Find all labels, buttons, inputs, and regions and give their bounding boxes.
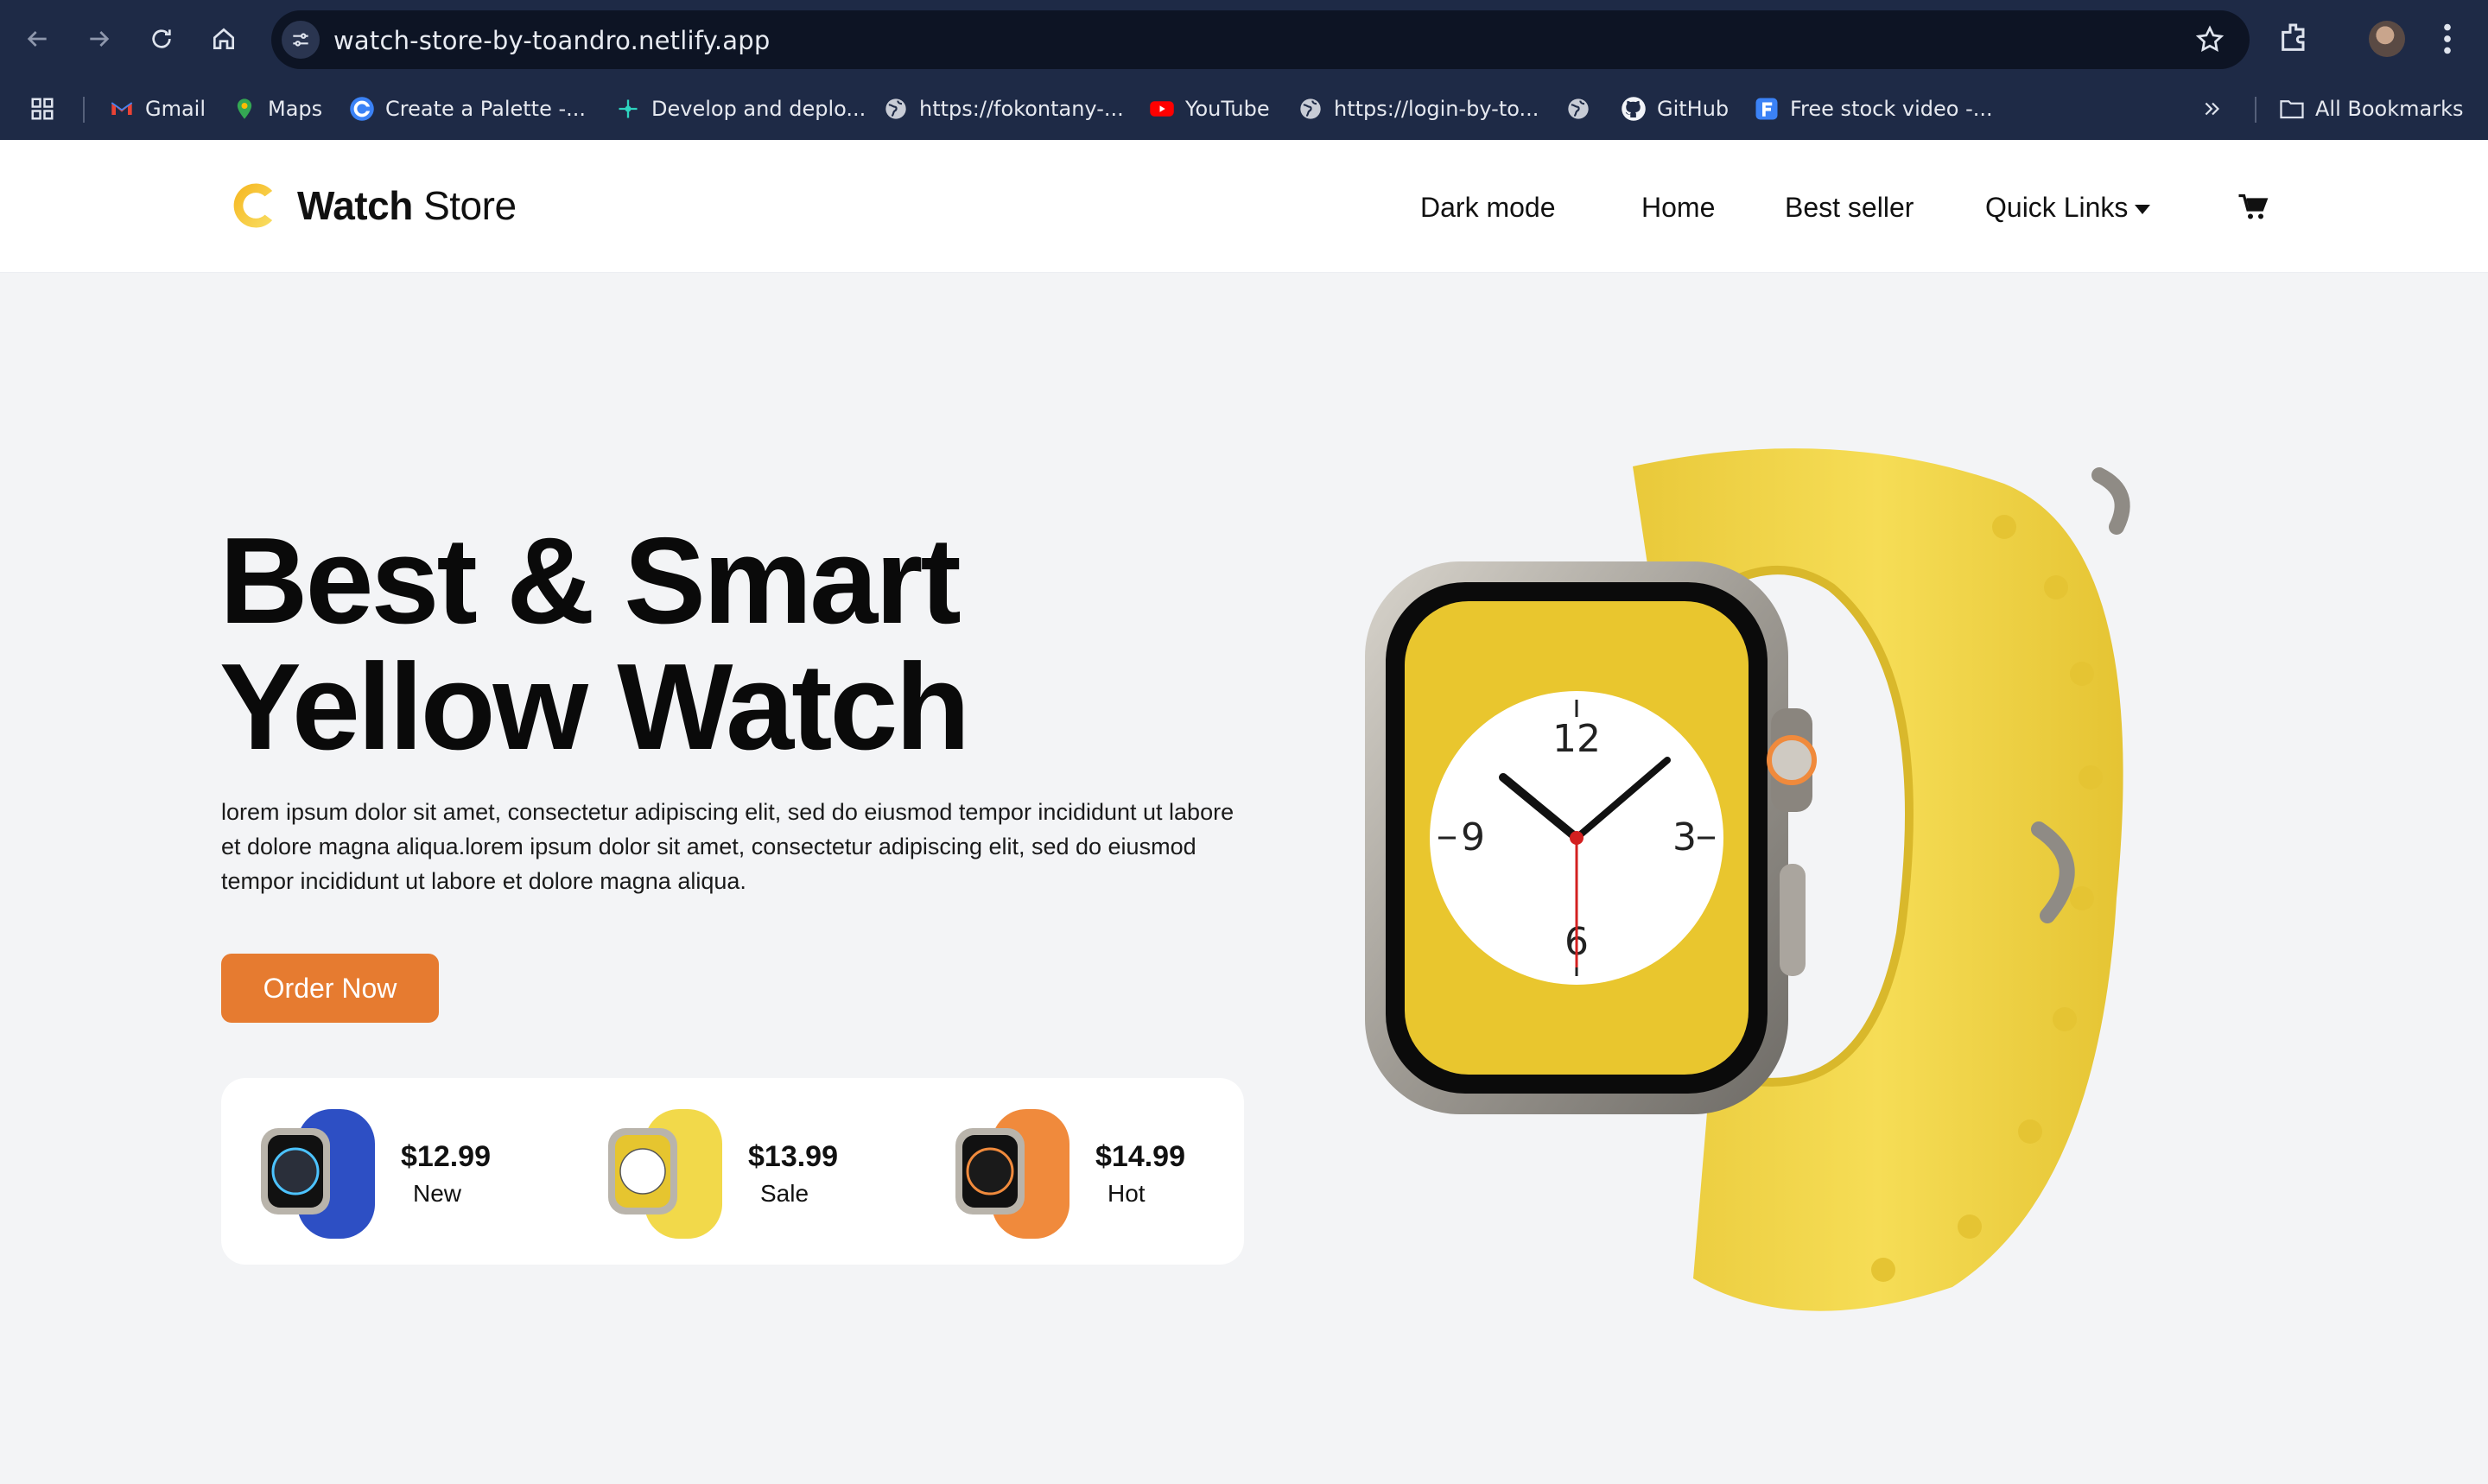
gmail-icon (109, 96, 135, 122)
arrow-left-icon (27, 31, 47, 47)
browser-chrome: watch-store-by-toandro.netlify.app Gmail… (0, 0, 2488, 140)
bookmark-login[interactable]: https://login-by-to... (1298, 92, 1539, 126)
bookmark-label: Gmail (145, 97, 206, 121)
bookmarks-divider (83, 97, 85, 123)
globe-icon (1298, 96, 1323, 122)
orange-watch-image (955, 1109, 1069, 1239)
bookmark-youtube[interactable]: YouTube (1149, 92, 1270, 126)
bookmark-github[interactable]: GitHub (1621, 92, 1729, 126)
maps-icon (232, 96, 257, 122)
arrow-right-icon (90, 31, 110, 47)
bookmark-label: Develop and deplo... (651, 97, 866, 121)
all-bookmarks-label: All Bookmarks (2315, 97, 2464, 121)
product-card-yellow[interactable]: $13.99 Sale (593, 1094, 878, 1249)
bookmark-gmail[interactable]: Gmail (109, 92, 206, 126)
apps-button[interactable] (29, 92, 55, 126)
all-bookmarks-button[interactable]: All Bookmarks (2279, 92, 2463, 126)
extensions-icon[interactable] (2277, 21, 2312, 55)
bookmarks-divider (2255, 97, 2256, 123)
bookmark-label: Free stock video -... (1790, 97, 1993, 121)
bookmark-label: Maps (268, 97, 323, 121)
bookmarks-overflow-button[interactable] (2199, 92, 2225, 126)
logo-c-icon (233, 183, 273, 228)
caret-down-icon (2135, 205, 2151, 215)
quick-links-label: Quick Links (1985, 192, 2129, 223)
nav-dark-mode[interactable]: Dark mode (1420, 192, 1556, 224)
bookmarks-bar: Gmail Maps Create a Palette -... Develop… (0, 83, 2488, 135)
deploy-icon (615, 96, 641, 122)
product-card-blue[interactable]: $12.99 New (245, 1094, 530, 1249)
globe-icon (1565, 96, 1591, 122)
bookmark-deploy[interactable]: Develop and deplo... (615, 92, 866, 126)
site-logo[interactable]: Watch Store (226, 176, 517, 235)
hero-watch-image: 12369 (1365, 448, 2130, 1311)
chevron-double-right-icon (2199, 96, 2225, 122)
product-price: $12.99 (401, 1140, 491, 1173)
product-card-orange[interactable]: $14.99 Hot (940, 1094, 1225, 1249)
nav-home[interactable]: Home (1641, 192, 1715, 224)
svg-text:9: 9 (1461, 815, 1485, 859)
reload-button[interactable] (142, 19, 181, 59)
nav-quick-links[interactable]: Quick Links (1985, 192, 2151, 224)
bookmark-label: https://login-by-to... (1334, 97, 1539, 121)
bookmark-maps[interactable]: Maps (232, 92, 322, 126)
bookmark-star-icon[interactable] (2194, 24, 2225, 55)
home-icon (213, 28, 234, 49)
product-tag: Sale (760, 1180, 809, 1207)
bookmark-label: https://fokontany-... (919, 97, 1124, 121)
url-text[interactable]: watch-store-by-toandro.netlify.app (333, 26, 770, 55)
hero-title: Best & Smart Yellow Watch (219, 518, 970, 771)
hero-title-line1: Best & Smart (219, 512, 962, 650)
globe-icon (883, 96, 909, 122)
logo-text: Watch Store (297, 183, 517, 228)
forward-button[interactable] (79, 19, 119, 59)
browser-toolbar: watch-store-by-toandro.netlify.app (0, 0, 2488, 79)
bookmark-palette[interactable]: Create a Palette -... (349, 92, 586, 126)
hero-title-line2: Yellow Watch (219, 638, 970, 776)
yellow-watch-image (608, 1109, 722, 1239)
reload-icon (152, 29, 171, 48)
hero-description: lorem ipsum dolor sit amet, consectetur … (221, 799, 1234, 894)
bookmark-label: GitHub (1657, 97, 1730, 121)
home-button[interactable] (204, 19, 244, 59)
cart-icon[interactable] (2237, 192, 2269, 223)
svg-text:12: 12 (1552, 717, 1601, 761)
bookmark-stock-video[interactable]: Free stock video -... (1754, 92, 1993, 126)
profile-avatar[interactable] (2369, 21, 2405, 57)
blue-watch-image (261, 1109, 375, 1239)
product-price: $13.99 (748, 1140, 838, 1173)
bookmark-label: Create a Palette -... (385, 97, 587, 121)
palette-icon (349, 96, 375, 122)
more-menu-icon[interactable] (2434, 19, 2460, 59)
bookmark-globe[interactable] (1565, 92, 1591, 126)
product-tag: New (413, 1180, 462, 1207)
site-info-icon[interactable] (282, 21, 320, 59)
bookmark-label: YouTube (1185, 97, 1270, 121)
stock-video-icon (1754, 96, 1780, 122)
order-now-button[interactable]: Order Now (221, 954, 439, 1023)
svg-text:3: 3 (1672, 815, 1697, 859)
product-tag: Hot (1108, 1180, 1146, 1207)
back-button[interactable] (17, 19, 57, 59)
product-strip: $12.99 New $13.99 Sale $14.99 Hot (221, 1078, 1244, 1265)
apps-grid-icon (29, 96, 55, 122)
youtube-icon (1149, 96, 1175, 122)
address-bar[interactable]: watch-store-by-toandro.netlify.app (271, 10, 2250, 69)
product-price: $14.99 (1095, 1140, 1185, 1173)
site-header: Watch Store Dark mode Home Best seller Q… (0, 140, 2488, 273)
nav-best-seller[interactable]: Best seller (1785, 192, 1914, 224)
github-icon (1621, 96, 1647, 122)
folder-icon (2279, 96, 2305, 122)
bookmark-fokontany[interactable]: https://fokontany-... (883, 92, 1124, 126)
